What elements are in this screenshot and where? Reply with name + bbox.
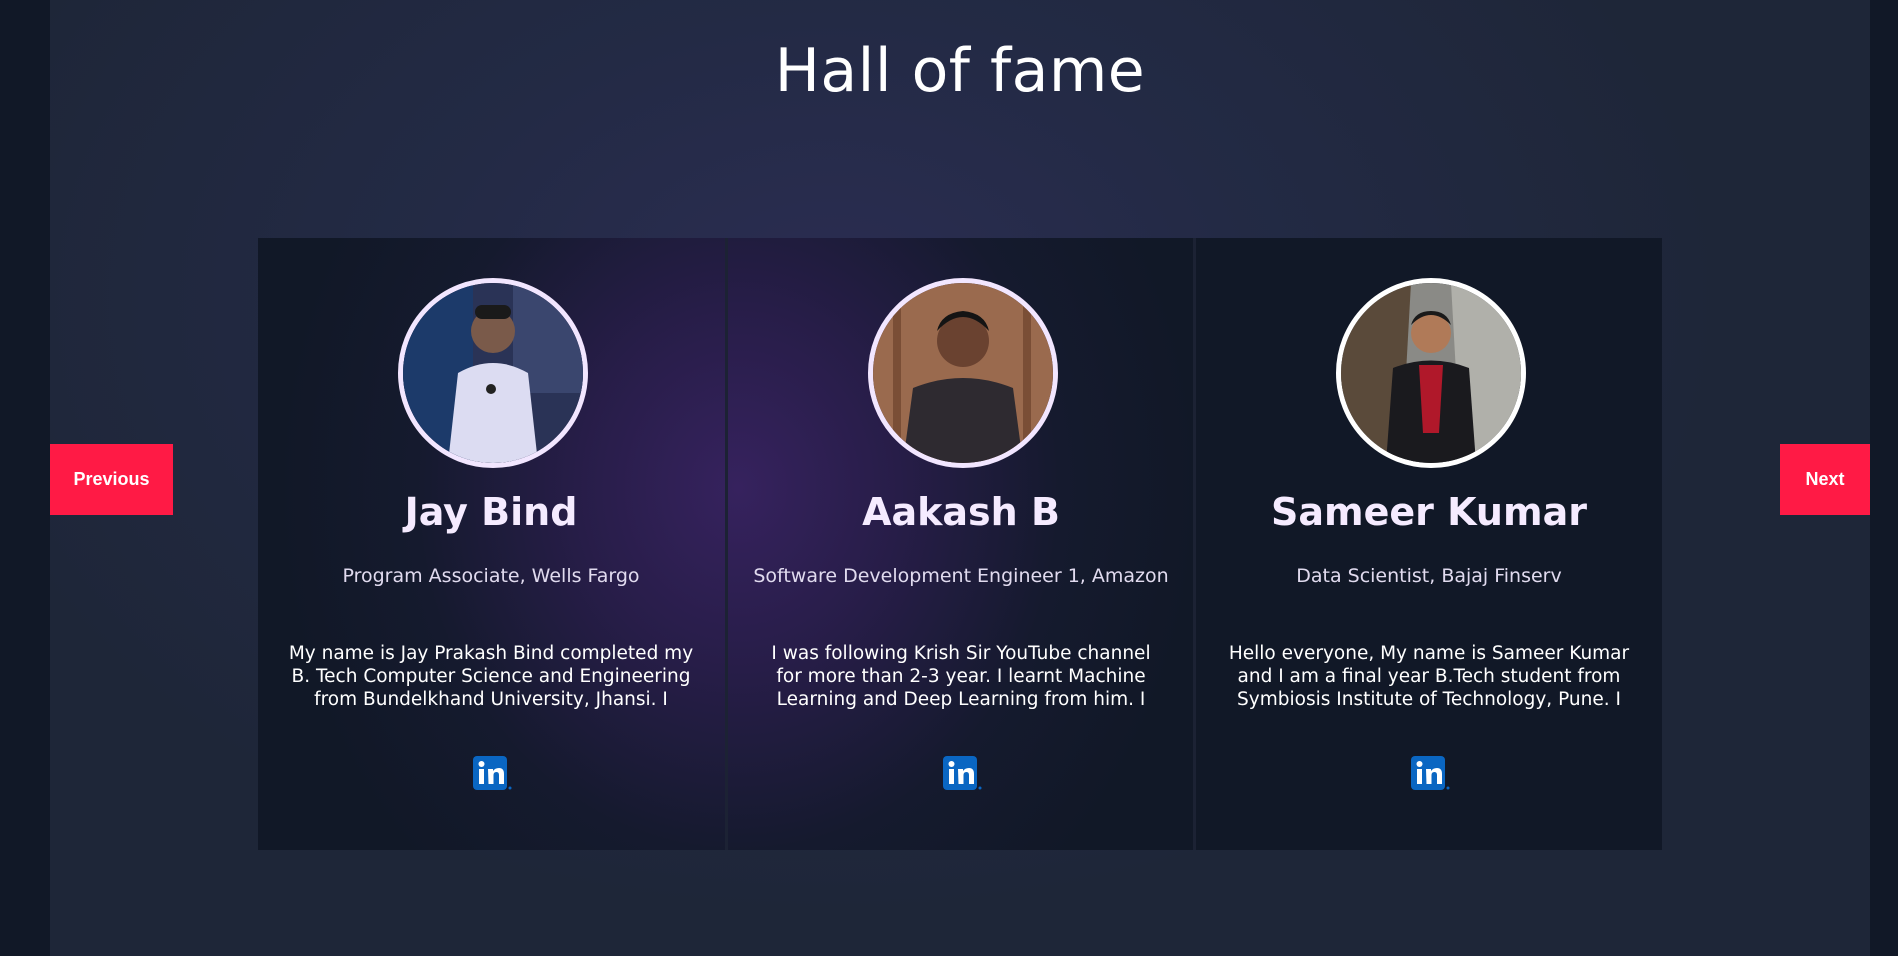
person-name: Aakash B	[862, 490, 1060, 534]
person-name: Jay Bind	[404, 490, 578, 534]
testimonial-card: Sameer Kumar Data Scientist, Bajaj Finse…	[1193, 238, 1662, 850]
testimonial-card: Aakash B Software Development Engineer 1…	[725, 238, 1194, 850]
linkedin-icon[interactable]	[473, 756, 513, 792]
avatar	[1336, 278, 1526, 468]
testimonial-card: Jay Bind Program Associate, Wells Fargo …	[258, 238, 724, 850]
person-role: Software Development Engineer 1, Amazon	[753, 565, 1169, 587]
person-role: Program Associate, Wells Fargo	[342, 565, 640, 587]
testimonial-carousel: Jay Bind Program Associate, Wells Fargo …	[258, 238, 1662, 850]
linkedin-icon[interactable]	[943, 756, 983, 792]
next-button[interactable]: Next	[1780, 444, 1870, 515]
person-bio: Hello everyone, My name is Sameer Kumar …	[1228, 643, 1630, 710]
avatar	[868, 278, 1058, 468]
page-title: Hall of fame	[774, 36, 1146, 106]
previous-button[interactable]: Previous	[50, 444, 173, 515]
person-bio: I was following Krish Sir YouTube channe…	[771, 643, 1151, 710]
person-role: Data Scientist, Bajaj Finserv	[1296, 565, 1562, 587]
person-bio: My name is Jay Prakash Bind completed my…	[288, 643, 694, 710]
linkedin-icon[interactable]	[1411, 756, 1451, 792]
person-name: Sameer Kumar	[1271, 490, 1587, 534]
avatar	[398, 278, 588, 468]
